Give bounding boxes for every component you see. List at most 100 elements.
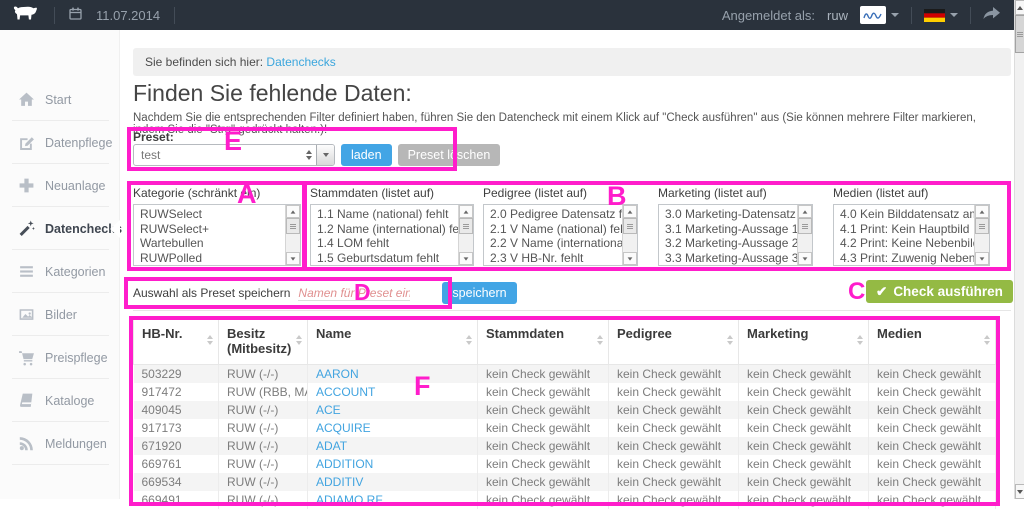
sidebar-item-datenchecks[interactable]: Datenchecks (0, 207, 119, 250)
listbox-scrollbar[interactable] (458, 205, 473, 265)
column-header[interactable]: Besitz (Mitbesitz) (219, 318, 308, 365)
listbox-scroll-down-button[interactable] (798, 252, 812, 265)
listbox-option[interactable]: Wartebullen (140, 236, 285, 251)
filter-listbox[interactable]: 1.1 Name (national) fehlt1.2 Name (inter… (310, 204, 474, 266)
load-preset-button[interactable]: laden (341, 144, 392, 166)
column-header[interactable]: Pedigree (609, 318, 739, 365)
listbox-option[interactable]: RUWSelect (140, 207, 285, 222)
run-check-label: Check ausführen (893, 284, 1003, 299)
bull-name-link[interactable]: ACQUIRE (316, 421, 371, 435)
listbox-option[interactable]: 4.0 Kein Bilddatensatz am Bullen (840, 207, 974, 222)
bull-name-link[interactable]: ADAT (316, 439, 347, 453)
listbox-option[interactable]: 3.0 Marketing-Datensatz fehlt (665, 207, 797, 222)
sidebar-item-datenpflege[interactable]: Datenpflege (0, 121, 119, 164)
table-cell: AARON (308, 365, 478, 384)
listbox-option[interactable]: 3.3 Marketing-Aussage 3 fehlt (665, 251, 797, 266)
bull-name-link[interactable]: ACCOUNT (316, 385, 375, 399)
listbox-scrollbar-thumb[interactable] (286, 218, 300, 234)
language-menu[interactable] (924, 9, 958, 22)
run-check-button[interactable]: ✔ Check ausführen (866, 280, 1013, 303)
bull-name-link[interactable]: ADDITION (316, 457, 373, 471)
listbox-option[interactable]: 4.1 Print: Kein Hauptbild (840, 222, 974, 237)
filter-listbox[interactable]: 2.0 Pedigree Datensatz fehlt2.1 V Name (… (483, 204, 638, 266)
listbox-scroll-down-button[interactable] (975, 252, 989, 265)
table-cell: RUW (-/-) (219, 419, 308, 437)
page-scrollbar[interactable] (1014, 0, 1024, 499)
table-cell: kein Check gewählt (739, 437, 869, 455)
sidebar-item-kataloge[interactable]: Kataloge (0, 379, 119, 422)
select-dropdown-button[interactable] (316, 145, 334, 165)
sidebar-item-neuanlage[interactable]: Neuanlage (0, 164, 119, 207)
user-menu[interactable] (860, 6, 899, 24)
bull-name-link[interactable]: AARON (316, 367, 359, 381)
scrollbar-thumb[interactable] (1015, 15, 1024, 53)
bull-name-link[interactable]: ADDITIV (316, 475, 363, 489)
listbox-scrollbar-thumb[interactable] (459, 218, 473, 234)
listbox-option[interactable]: 2.3 V HB-Nr. fehlt (490, 251, 622, 266)
filter-listbox[interactable]: RUWSelectRUWSelect+WartebullenRUWPolled (133, 204, 301, 266)
listbox-option[interactable]: 1.1 Name (national) fehlt (317, 207, 458, 222)
listbox-scrollbar[interactable] (622, 205, 637, 265)
sidebar-item-bilder[interactable]: Bilder (0, 293, 119, 336)
listbox-option[interactable]: 3.2 Marketing-Aussage 2 fehlt (665, 236, 797, 251)
column-header[interactable]: Name (308, 318, 478, 365)
scroll-up-button[interactable] (1015, 0, 1024, 15)
listbox-scrollbar-thumb[interactable] (623, 218, 637, 234)
username: ruw (827, 8, 848, 23)
sidebar-item-label: Neuanlage (45, 179, 105, 193)
listbox-scroll-up-button[interactable] (286, 205, 300, 218)
delete-preset-button[interactable]: Preset löschen (398, 144, 501, 166)
listbox-option[interactable]: 2.0 Pedigree Datensatz fehlt (490, 207, 622, 222)
listbox-option[interactable]: 1.5 Geburtsdatum fehlt (317, 251, 458, 266)
listbox-option[interactable]: 1.4 LOM fehlt (317, 236, 458, 251)
scroll-down-button[interactable] (1015, 484, 1024, 499)
filter-listbox[interactable]: 4.0 Kein Bilddatensatz am Bullen4.1 Prin… (833, 204, 990, 266)
spinner-arrows-icon[interactable] (306, 150, 312, 160)
sidebar-item-start[interactable]: Start (0, 78, 119, 121)
listbox-option[interactable]: 2.1 V Name (national) fehlt (490, 222, 622, 237)
listbox-scroll-down-button[interactable] (623, 252, 637, 265)
listbox-option[interactable]: 4.2 Print: Keine Nebenbilder (840, 236, 974, 251)
bull-name-link[interactable]: ADIAMO RF (316, 493, 383, 507)
listbox-option[interactable]: 1.2 Name (international) fehlt (317, 222, 458, 237)
table-cell: ACQUIRE (308, 419, 478, 437)
breadcrumb: Sie befinden sich hier: Datenchecks (133, 48, 1011, 76)
listbox-scrollbar[interactable] (797, 205, 812, 265)
listbox-scroll-up-button[interactable] (798, 205, 812, 218)
filter-group: Medien (listet auf) 4.0 Kein Bilddatensa… (833, 186, 990, 266)
sidebar-item-preispflege[interactable]: Preispflege (0, 336, 119, 379)
sort-icon (296, 335, 302, 345)
listbox-option[interactable]: 4.3 Print: Zuwenig Nebenbilder (840, 251, 974, 266)
column-header[interactable]: Medien (869, 318, 996, 365)
sort-icon (207, 335, 213, 345)
listbox-scrollbar[interactable] (285, 205, 300, 265)
preset-name-input[interactable] (298, 286, 410, 301)
listbox-scroll-up-button[interactable] (459, 205, 473, 218)
logout-arrow-icon[interactable] (983, 7, 1000, 23)
sidebar-item-kategorien[interactable]: Kategorien (0, 250, 119, 293)
listbox-option[interactable]: 2.2 V Name (international) fehlt (490, 236, 622, 251)
column-header[interactable]: Stammdaten (478, 318, 609, 365)
listbox-option[interactable]: 3.1 Marketing-Aussage 1 fehlt (665, 222, 797, 237)
column-header[interactable]: HB-Nr. (134, 318, 219, 365)
sidebar-item-meldungen[interactable]: Meldungen (0, 422, 119, 465)
listbox-scroll-up-button[interactable] (975, 205, 989, 218)
listbox-scrollbar[interactable] (974, 205, 989, 265)
listbox-option[interactable]: RUWSelect+ (140, 222, 285, 237)
column-header[interactable]: Marketing (739, 318, 869, 365)
save-preset-button[interactable]: speichern (442, 282, 516, 304)
listbox-scrollbar-thumb[interactable] (798, 218, 812, 234)
table-cell: kein Check gewählt (478, 473, 609, 491)
navbar-divider (911, 7, 912, 24)
filter-listbox[interactable]: 3.0 Marketing-Datensatz fehlt3.1 Marketi… (658, 204, 813, 266)
preset-select[interactable]: test (133, 144, 335, 166)
listbox-scrollbar-thumb[interactable] (975, 218, 989, 234)
listbox-option[interactable]: RUWPolled (140, 251, 285, 266)
bull-logo-icon[interactable] (12, 5, 40, 26)
rss-icon (18, 435, 35, 452)
listbox-scroll-down-button[interactable] (459, 252, 473, 265)
listbox-scroll-up-button[interactable] (623, 205, 637, 218)
breadcrumb-link-datenchecks[interactable]: Datenchecks (266, 55, 335, 69)
listbox-scroll-down-button[interactable] (286, 252, 300, 265)
bull-name-link[interactable]: ACE (316, 403, 341, 417)
